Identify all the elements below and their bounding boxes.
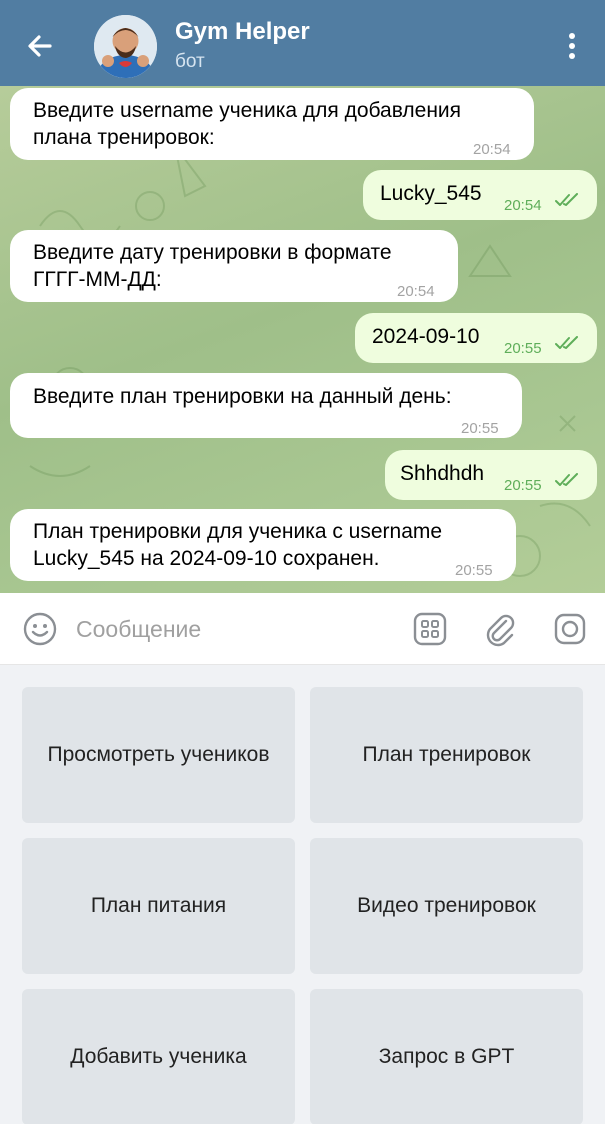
chat-subtitle: бот — [175, 51, 205, 72]
message-text: Введите дату тренировки в формате — [33, 241, 392, 264]
message-incoming[interactable]: Введите план тренировки на данный день: … — [10, 373, 522, 438]
arrow-left-icon — [28, 35, 52, 57]
bot-keyboard: Просмотреть учеников План тренировок Пла… — [0, 665, 605, 1124]
keyboard-grid-icon — [413, 612, 447, 646]
message-time: 20:54 — [397, 283, 435, 300]
chat-area[interactable]: Введите username ученика для добавления … — [0, 86, 605, 593]
message-time: 20:55 — [504, 477, 542, 494]
message-text: 2024-09-10 — [372, 325, 480, 348]
message-outgoing[interactable]: Lucky_545 20:54 — [363, 170, 597, 220]
message-time: 20:55 — [461, 420, 499, 437]
message-incoming[interactable]: Введите дату тренировки в формате ГГГГ-М… — [10, 230, 458, 302]
message-input[interactable]: Сообщение — [76, 616, 201, 643]
message-time: 20:54 — [504, 197, 542, 214]
keyboard-toggle-button[interactable] — [410, 609, 450, 649]
message-outgoing[interactable]: 2024-09-10 20:55 — [355, 313, 597, 363]
more-menu-button[interactable] — [552, 26, 592, 66]
double-check-icon — [555, 473, 578, 486]
bot-avatar[interactable] — [94, 15, 157, 78]
keyboard-button-nutrition-plan[interactable]: План питания — [22, 838, 295, 974]
message-outgoing[interactable]: Shhdhdh 20:55 — [385, 450, 597, 500]
chat-header: Gym Helper бот — [0, 0, 605, 86]
double-check-icon — [555, 193, 578, 206]
keyboard-button-workout-plan[interactable]: План тренировок — [310, 687, 583, 823]
message-text: ГГГГ-ММ-ДД: — [33, 268, 162, 291]
message-time: 20:54 — [473, 141, 511, 158]
double-check-icon — [555, 336, 578, 349]
message-text: Введите план тренировки на данный день: — [33, 385, 452, 408]
camera-button[interactable] — [550, 609, 590, 649]
message-incoming[interactable]: План тренировки для ученика с username L… — [10, 509, 516, 581]
attach-button[interactable] — [480, 609, 520, 649]
more-vertical-icon — [569, 33, 575, 59]
camera-icon — [554, 613, 586, 645]
keyboard-button-view-students[interactable]: Просмотреть учеников — [22, 687, 295, 823]
message-time: 20:55 — [455, 562, 493, 579]
chat-title[interactable]: Gym Helper — [175, 18, 310, 46]
message-text: План тренировки для ученика с username — [33, 520, 443, 543]
message-text: Shhdhdh — [400, 462, 485, 485]
keyboard-button-add-student[interactable]: Добавить ученика — [22, 989, 295, 1124]
keyboard-button-workout-video[interactable]: Видео тренировок — [310, 838, 583, 974]
message-composer: Сообщение — [0, 593, 605, 665]
emoji-icon — [23, 612, 57, 646]
message-text: Lucky_545 на 2024-09-10 сохранен. — [33, 547, 380, 570]
message-text: плана тренировок: — [33, 126, 215, 149]
attach-icon — [486, 614, 515, 647]
message-incoming[interactable]: Введите username ученика для добавления … — [10, 88, 534, 160]
message-text: Lucky_545 — [380, 182, 482, 205]
keyboard-button-gpt-request[interactable]: Запрос в GPT — [310, 989, 583, 1124]
emoji-button[interactable] — [20, 609, 60, 649]
message-text: Введите username ученика для добавления — [33, 99, 462, 122]
message-time: 20:55 — [504, 340, 542, 357]
back-button[interactable] — [18, 24, 62, 68]
